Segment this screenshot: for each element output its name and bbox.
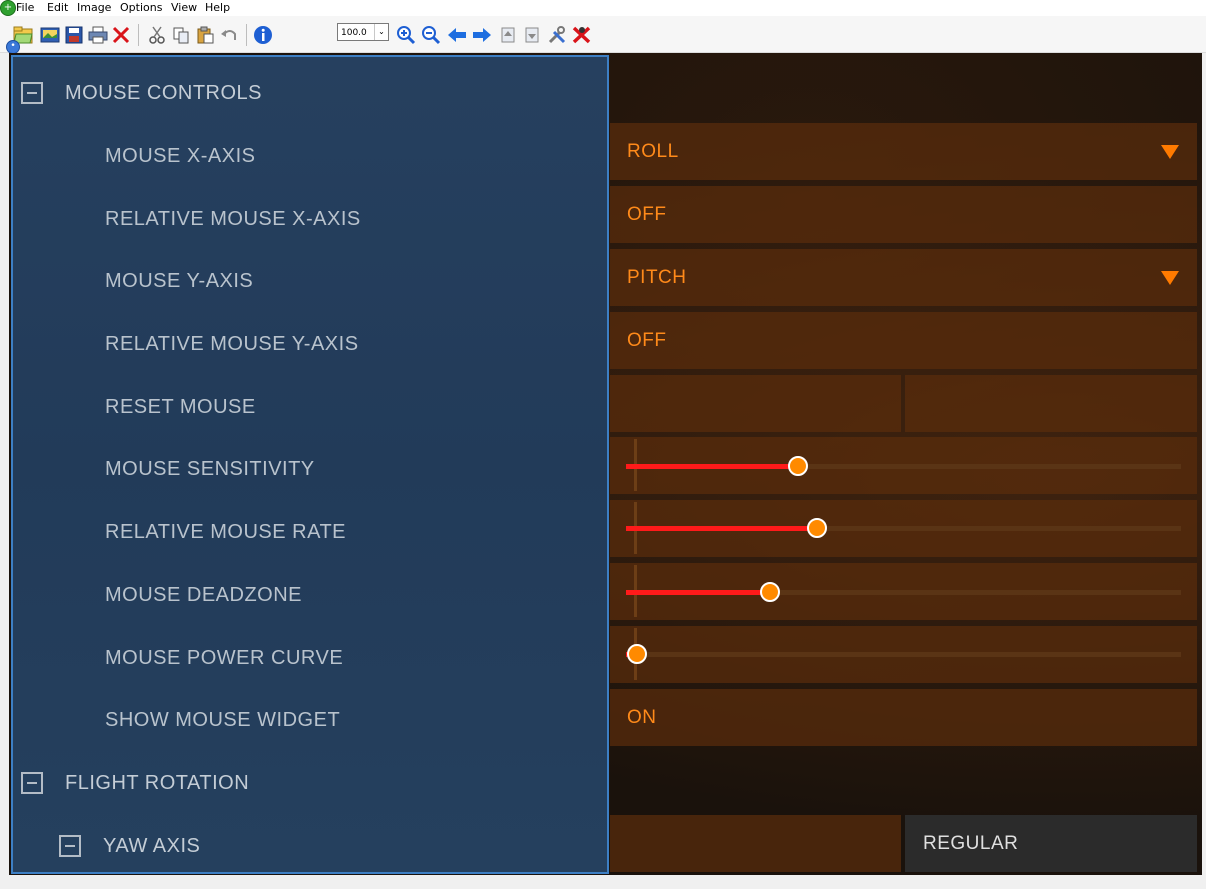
menu-help[interactable]: Help: [205, 1, 230, 14]
setting-label: RELATIVE MOUSE X-AXIS: [105, 208, 361, 230]
mouse-x-axis-dropdown[interactable]: ROLL: [610, 123, 1197, 180]
relative-mouse-rate-slider[interactable]: [610, 500, 1197, 557]
slider-fill: [626, 464, 799, 469]
menu-image[interactable]: Image: [77, 1, 111, 14]
arrow-left-icon[interactable]: [446, 24, 468, 46]
copy-icon[interactable]: [170, 24, 192, 46]
setting-label: SHOW MOUSE WIDGET: [105, 709, 341, 731]
setting-mouse-x-axis[interactable]: MOUSE X-AXIS: [13, 125, 603, 187]
section-yaw-axis[interactable]: YAW AXIS: [13, 815, 603, 875]
slider-track: [626, 652, 1181, 657]
slider-knob[interactable]: [788, 456, 809, 476]
page-down-icon[interactable]: [521, 24, 543, 46]
setting-label: RELATIVE MOUSE Y-AXIS: [105, 333, 359, 355]
mouse-y-axis-dropdown[interactable]: PITCH: [610, 249, 1197, 306]
exit-icon[interactable]: [571, 24, 593, 46]
relative-mouse-y-axis-toggle[interactable]: OFF: [610, 312, 1197, 369]
setting-mouse-y-axis[interactable]: MOUSE Y-AXIS: [13, 250, 603, 312]
section-flight-rotation[interactable]: FLIGHT ROTATION: [13, 752, 603, 814]
setting-label: RELATIVE MOUSE RATE: [105, 521, 347, 543]
window-border-right: [1202, 53, 1206, 875]
setting-relative-mouse-rate[interactable]: RELATIVE MOUSE RATE: [13, 501, 603, 563]
setting-label: MOUSE DEADZONE: [105, 584, 303, 606]
toolbar-separator: [138, 24, 139, 46]
section-title: FLIGHT ROTATION: [65, 772, 250, 794]
dropdown-value: ROLL: [627, 141, 679, 162]
chevron-down-icon[interactable]: ⌄: [374, 24, 388, 40]
game-viewport: MOUSE CONTROLS MOUSE X-AXIS RELATIVE MOU…: [9, 53, 1202, 875]
relative-mouse-x-axis-toggle[interactable]: OFF: [610, 186, 1197, 243]
setting-mouse-sensitivity[interactable]: MOUSE SENSITIVITY: [13, 438, 603, 500]
section-title: YAW AXIS: [103, 835, 201, 857]
reset-mouse-button-secondary[interactable]: [905, 375, 1197, 432]
cut-icon[interactable]: [146, 24, 168, 46]
toggle-value: ON: [627, 707, 657, 728]
zoom-in-icon[interactable]: [395, 24, 417, 46]
slider-knob[interactable]: [807, 518, 828, 538]
section-mouse-controls[interactable]: MOUSE CONTROLS: [13, 62, 603, 124]
menu-bar: + File Edit Image Options View Help: [0, 0, 1206, 16]
slider-knob[interactable]: [760, 582, 781, 602]
reset-mouse-button-primary[interactable]: [610, 375, 901, 432]
setting-show-mouse-widget[interactable]: SHOW MOUSE WIDGET: [13, 689, 603, 751]
yaw-axis-mode-value: REGULAR: [923, 833, 1019, 854]
show-mouse-widget-toggle[interactable]: ON: [610, 689, 1197, 746]
settings-label-panel: MOUSE CONTROLS MOUSE X-AXIS RELATIVE MOU…: [11, 55, 609, 874]
setting-relative-mouse-y-axis[interactable]: RELATIVE MOUSE Y-AXIS: [13, 313, 603, 375]
info-icon[interactable]: [252, 24, 274, 46]
toggle-value: OFF: [627, 330, 667, 351]
undo-icon[interactable]: [218, 24, 240, 46]
setting-label: RESET MOUSE: [105, 396, 256, 418]
menu-options[interactable]: Options: [120, 1, 162, 14]
slider-track: [626, 526, 1181, 531]
slider-fill: [626, 590, 771, 595]
image-icon[interactable]: [39, 24, 61, 46]
menu-edit[interactable]: Edit: [47, 1, 68, 14]
mouse-deadzone-slider[interactable]: [610, 563, 1197, 620]
status-bar: [0, 877, 1206, 889]
setting-relative-mouse-x-axis[interactable]: RELATIVE MOUSE X-AXIS: [13, 188, 603, 250]
slider-knob[interactable]: [627, 644, 648, 664]
collapse-icon[interactable]: [21, 772, 43, 794]
mouse-sensitivity-slider[interactable]: [610, 437, 1197, 494]
setting-label: MOUSE X-AXIS: [105, 145, 256, 167]
yaw-axis-mode-button[interactable]: REGULAR: [905, 815, 1197, 872]
delete-icon[interactable]: [110, 24, 132, 46]
page-up-icon[interactable]: [497, 24, 519, 46]
slider-track: [626, 464, 1181, 469]
section-title: MOUSE CONTROLS: [65, 82, 263, 104]
menu-view[interactable]: View: [171, 1, 197, 14]
toggle-value: OFF: [627, 204, 667, 225]
target-badge-icon: •: [6, 40, 20, 54]
chevron-down-icon: [1161, 145, 1179, 159]
arrow-right-icon[interactable]: [471, 24, 493, 46]
save-icon[interactable]: [63, 24, 85, 46]
setting-label: MOUSE POWER CURVE: [105, 647, 344, 669]
collapse-icon[interactable]: [21, 82, 43, 104]
yaw-axis-binding-primary[interactable]: [610, 815, 901, 872]
paste-icon[interactable]: [194, 24, 216, 46]
collapse-icon[interactable]: [59, 835, 81, 857]
setting-mouse-deadzone[interactable]: MOUSE DEADZONE: [13, 564, 603, 626]
setting-label: MOUSE SENSITIVITY: [105, 458, 315, 480]
setting-reset-mouse[interactable]: RESET MOUSE: [13, 376, 603, 438]
dropdown-value: PITCH: [627, 267, 687, 288]
print-icon[interactable]: [87, 24, 109, 46]
zoom-field[interactable]: 100.0 ⌄: [337, 23, 389, 41]
zoom-value: 100.0: [341, 28, 367, 38]
setting-mouse-power-curve[interactable]: MOUSE POWER CURVE: [13, 627, 603, 689]
chevron-down-icon: [1161, 271, 1179, 285]
tools-icon[interactable]: [546, 24, 568, 46]
mouse-power-curve-slider[interactable]: [610, 626, 1197, 683]
setting-label: MOUSE Y-AXIS: [105, 270, 254, 292]
toolbar-separator: [246, 24, 247, 46]
window-border-left: [0, 53, 9, 875]
menu-file[interactable]: File: [16, 1, 34, 14]
add-badge-icon: +: [0, 0, 16, 16]
zoom-out-icon[interactable]: [420, 24, 442, 46]
slider-fill: [626, 526, 818, 531]
toolbar: 100.0 ⌄: [0, 16, 1206, 53]
slider-track: [626, 590, 1181, 595]
